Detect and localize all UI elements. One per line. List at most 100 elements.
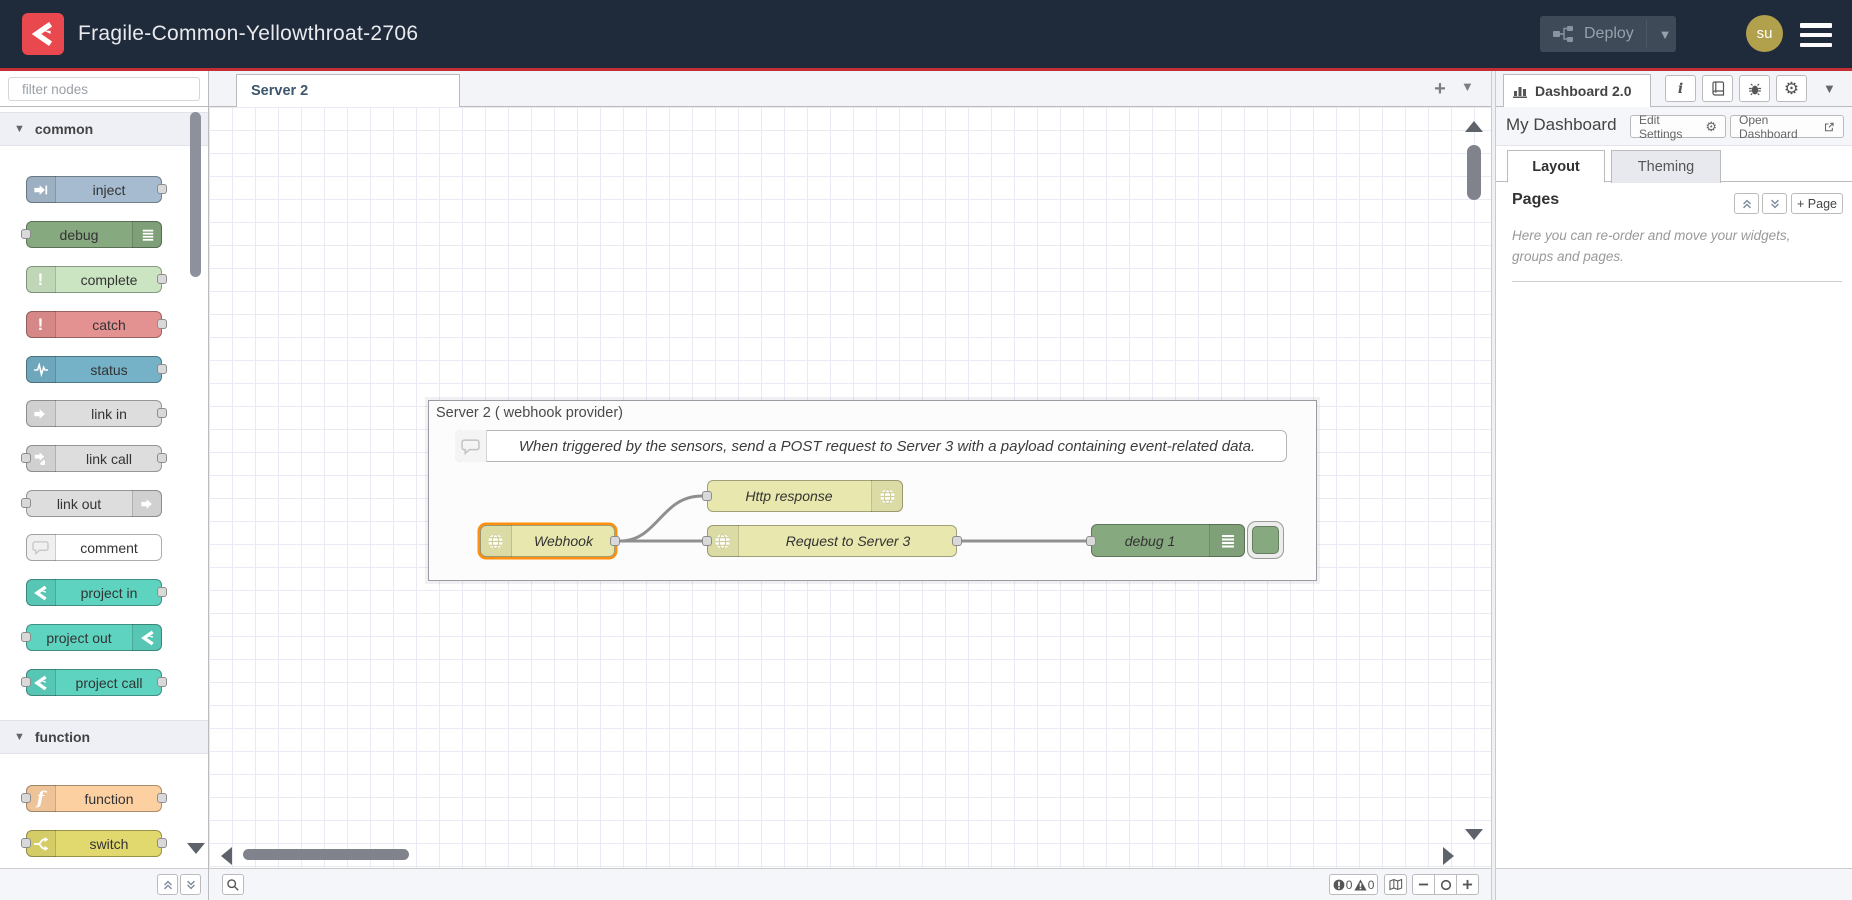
palette-node-comment[interactable]: comment	[26, 534, 162, 561]
sidebar-tab-label: Dashboard 2.0	[1535, 83, 1631, 99]
output-port[interactable]	[157, 453, 167, 463]
palette-node-project-in[interactable]: project in	[26, 579, 162, 606]
category-label: function	[35, 729, 90, 745]
output-port[interactable]	[157, 587, 167, 597]
flow-canvas[interactable]: Server 2 ( webhook provider) When trigge…	[209, 107, 1491, 868]
input-port[interactable]	[21, 498, 31, 508]
tab-server-2[interactable]: Server 2	[236, 74, 460, 107]
palette-category-function[interactable]: ▼ function	[0, 720, 208, 754]
tab-theming[interactable]: Theming	[1611, 150, 1721, 183]
canvas-scroll-up-icon[interactable]	[1465, 121, 1483, 132]
canvas-scroll-left-icon[interactable]	[221, 847, 232, 865]
output-port[interactable]	[157, 408, 167, 418]
pages-section-title: Pages	[1512, 191, 1559, 209]
external-link-icon	[1824, 121, 1835, 133]
palette-node-complete[interactable]: ! complete	[26, 266, 162, 293]
page-title: Fragile-Common-Yellowthroat-2706	[78, 0, 418, 68]
input-port[interactable]	[702, 536, 712, 546]
globe-icon	[480, 525, 512, 557]
help-book-button[interactable]	[1702, 75, 1733, 102]
output-port[interactable]	[157, 793, 167, 803]
node-label: status	[57, 357, 161, 382]
info-tab-button[interactable]: i	[1665, 75, 1696, 102]
subtab-label: Theming	[1638, 159, 1694, 175]
canvas-node-comment[interactable]: When triggered by the sensors, send a PO…	[455, 430, 1287, 462]
debug-toggle-button[interactable]	[1247, 521, 1284, 559]
notification-badges[interactable]: 0 0	[1329, 874, 1378, 895]
input-port[interactable]	[21, 793, 31, 803]
palette-collapse-categories-button[interactable]	[157, 874, 178, 895]
input-port[interactable]	[21, 229, 31, 239]
palette-node-link-in[interactable]: link in	[26, 400, 162, 427]
palette-node-function[interactable]: f function	[26, 785, 162, 812]
palette-expand-categories-button[interactable]	[180, 874, 201, 895]
canvas-scroll-down-icon[interactable]	[1465, 829, 1483, 840]
add-page-button[interactable]: + Page	[1791, 193, 1843, 214]
deploy-caret-icon[interactable]: ▼	[1654, 16, 1676, 52]
canvas-node-webhook[interactable]: Webhook	[480, 525, 615, 557]
palette-node-project-out[interactable]: project out	[26, 624, 162, 651]
palette-node-debug[interactable]: debug	[26, 221, 162, 248]
sidebar-menu-caret-icon[interactable]: ▼	[1823, 81, 1836, 96]
palette-node-switch[interactable]: switch	[26, 830, 162, 857]
page-move-up-button[interactable]	[1734, 193, 1759, 214]
canvas-vertical-scrollbar[interactable]	[1467, 145, 1481, 200]
palette-footer	[0, 868, 209, 900]
canvas-horizontal-scrollbar[interactable]	[243, 849, 409, 860]
flow-list-caret-icon[interactable]: ▼	[1461, 79, 1474, 94]
add-flow-button[interactable]: +	[1427, 77, 1453, 101]
palette-node-inject[interactable]: inject	[26, 176, 162, 203]
sidebar: Dashboard 2.0 i ⚙ ▼ My Dashboard Edit Se…	[1496, 71, 1852, 868]
canvas-node-http-response[interactable]: Http response	[707, 480, 903, 512]
palette-scrollbar[interactable]	[190, 112, 201, 277]
open-dashboard-button[interactable]: Open Dashboard	[1730, 115, 1844, 138]
output-port[interactable]	[610, 536, 620, 546]
palette-filter[interactable]	[8, 77, 200, 101]
settings-gear-button[interactable]: ⚙	[1776, 75, 1807, 102]
sidebar-tabbar: Dashboard 2.0 i ⚙ ▼	[1496, 71, 1852, 107]
output-port[interactable]	[952, 536, 962, 546]
subtab-label: Layout	[1532, 159, 1580, 175]
input-port[interactable]	[702, 491, 712, 501]
output-port[interactable]	[157, 364, 167, 374]
palette-node-catch[interactable]: ! catch	[26, 311, 162, 338]
comment-bubble-icon	[455, 430, 487, 462]
palette-node-link-call[interactable]: link call	[26, 445, 162, 472]
zoom-out-button[interactable]	[1412, 874, 1435, 895]
deploy-button[interactable]: Deploy ▼	[1540, 16, 1676, 52]
warning-count-icon	[1354, 879, 1367, 891]
zoom-in-button[interactable]	[1456, 874, 1479, 895]
node-label: catch	[57, 312, 161, 337]
search-flows-button[interactable]	[222, 874, 244, 895]
debug-bug-button[interactable]	[1739, 75, 1770, 102]
tab-layout[interactable]: Layout	[1507, 150, 1605, 183]
output-port[interactable]	[157, 274, 167, 284]
minimap-toggle-button[interactable]	[1384, 874, 1407, 895]
palette-node-project-call[interactable]: project call	[26, 669, 162, 696]
output-port[interactable]	[157, 677, 167, 687]
palette-node-status[interactable]: status	[26, 356, 162, 383]
output-port[interactable]	[157, 184, 167, 194]
palette-scroll-down-icon[interactable]	[187, 843, 205, 854]
palette-node-link-out[interactable]: link out	[26, 490, 162, 517]
pulse-icon	[26, 356, 56, 383]
filter-nodes-input[interactable]	[20, 81, 201, 98]
palette-category-common[interactable]: ▼ common	[0, 112, 208, 146]
zoom-reset-button[interactable]	[1434, 874, 1457, 895]
page-move-down-button[interactable]	[1762, 193, 1787, 214]
tab-dashboard-2[interactable]: Dashboard 2.0	[1503, 74, 1651, 107]
canvas-scroll-right-icon[interactable]	[1443, 847, 1454, 865]
main-menu-icon[interactable]	[1800, 23, 1832, 47]
output-port[interactable]	[157, 319, 167, 329]
output-port[interactable]	[157, 838, 167, 848]
edit-settings-button[interactable]: Edit Settings ⚙	[1630, 115, 1726, 138]
input-port[interactable]	[21, 838, 31, 848]
canvas-node-debug-1[interactable]: debug 1	[1091, 524, 1245, 557]
node-label: Http response	[708, 481, 870, 511]
input-port[interactable]	[21, 677, 31, 687]
user-avatar[interactable]: su	[1746, 15, 1783, 52]
input-port[interactable]	[21, 453, 31, 463]
canvas-node-request-to-server-3[interactable]: Request to Server 3	[707, 525, 957, 557]
input-port[interactable]	[21, 632, 31, 642]
input-port[interactable]	[1086, 536, 1096, 546]
